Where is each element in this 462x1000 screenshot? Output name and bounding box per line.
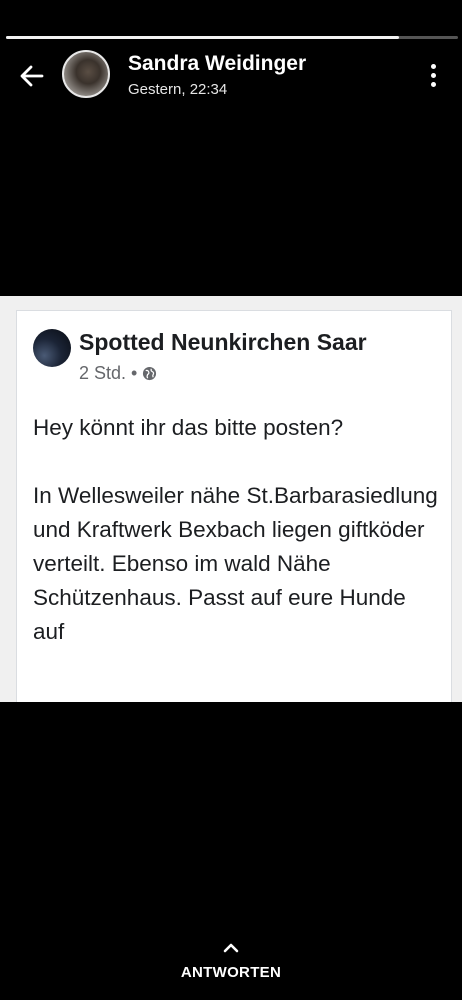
page-avatar — [33, 329, 71, 367]
story-viewer: Sandra Weidinger Gestern, 22:34 Spotted … — [0, 0, 462, 1000]
globe-icon — [143, 366, 157, 381]
arrow-left-icon — [20, 65, 44, 87]
sender-avatar[interactable] — [62, 50, 110, 98]
story-progress-fill — [6, 36, 400, 39]
post-meta: 2 Std. • — [79, 363, 157, 384]
more-vertical-icon — [430, 63, 436, 69]
post-time: 2 Std. — [79, 363, 127, 383]
sender-name[interactable]: Sandra Weidinger — [128, 52, 306, 76]
back-button[interactable] — [14, 58, 50, 94]
story-timestamp: Gestern, 22:34 — [128, 81, 228, 98]
chevron-up-icon — [223, 943, 239, 953]
facebook-post-card: Spotted Neunkirchen Saar 2 Std. • Hey kö… — [16, 310, 452, 702]
page-name: Spotted Neunkirchen Saar — [79, 329, 367, 355]
post-text: Hey könnt ihr das bitte posten? In Welle… — [33, 415, 438, 644]
more-options-button[interactable] — [420, 58, 446, 92]
meta-separator: • — [131, 363, 138, 383]
story-progress-bar — [6, 36, 458, 39]
reply-button[interactable]: ANTWORTEN — [170, 940, 292, 990]
reply-label: ANTWORTEN — [180, 964, 282, 981]
shared-post-image: Spotted Neunkirchen Saar 2 Std. • Hey kö… — [0, 296, 462, 702]
